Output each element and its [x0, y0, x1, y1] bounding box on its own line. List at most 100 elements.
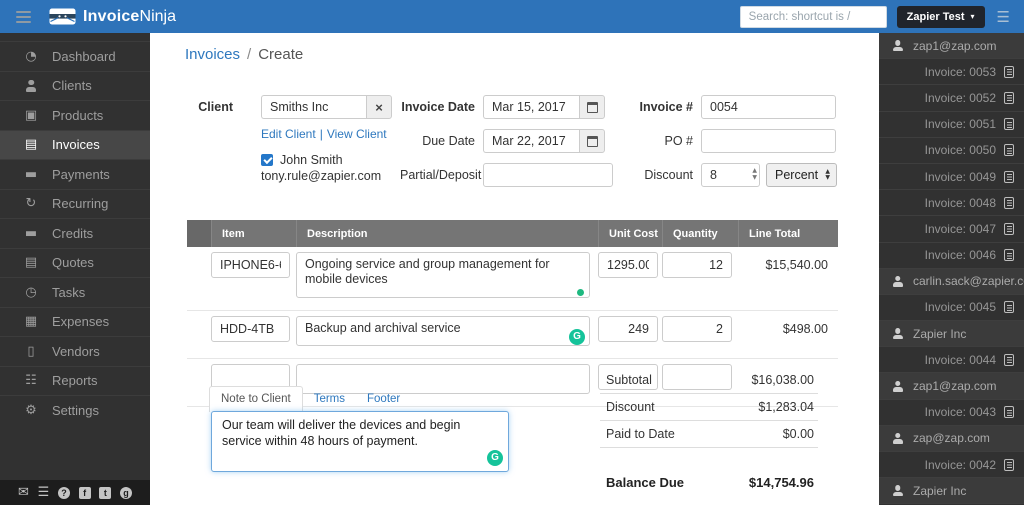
number-spinner[interactable]: ▲ ▼	[752, 167, 757, 181]
due-date-input[interactable]	[483, 129, 579, 153]
history-entry[interactable]: Invoice: 0051	[879, 112, 1024, 138]
note-to-client-input[interactable]: Our team will deliver the devices and be…	[211, 411, 509, 472]
history-entry[interactable]: Invoice: 0047	[879, 216, 1024, 243]
partial-input[interactable]	[483, 163, 613, 187]
history-entry[interactable]: zap1@zap.com	[879, 33, 1024, 60]
history-entry[interactable]: Invoice: 0049	[879, 164, 1024, 191]
page-title: Create	[258, 46, 304, 63]
calendar-button[interactable]	[579, 129, 605, 153]
invoice-file-icon	[1004, 170, 1014, 183]
sidebar-item[interactable]: Quotes	[0, 247, 150, 278]
history-entry[interactable]: zap1@zap.com	[879, 373, 1024, 400]
list-icon[interactable]	[38, 486, 50, 499]
history-entry[interactable]: Invoice: 0048	[879, 190, 1024, 217]
quantity-input[interactable]	[662, 252, 732, 278]
partial-label: Partial/Deposit	[400, 168, 482, 182]
sidebar-item[interactable]: Settings	[0, 395, 150, 425]
twitter-icon[interactable]	[99, 486, 112, 499]
sidebar-item-label: Credits	[52, 225, 94, 241]
clear-client-icon[interactable]	[366, 95, 392, 119]
menu-toggle-icon[interactable]	[14, 9, 33, 25]
view-client-link[interactable]: View Client	[327, 127, 387, 141]
edit-client-link[interactable]: Edit Client	[261, 127, 316, 141]
history-entry[interactable]: Invoice: 0052	[879, 85, 1024, 112]
sidebar-item[interactable]: Invoices	[0, 129, 150, 159]
invoice-file-icon	[1004, 91, 1014, 104]
table-row: Backup and archival service $498.00	[187, 311, 838, 359]
history-entry[interactable]: carlin.sack@zapier.com	[879, 268, 1024, 295]
history-entry[interactable]: zap@zap.com	[879, 425, 1024, 452]
po-number-label: PO #	[664, 134, 694, 148]
quote-icon	[23, 256, 39, 269]
history-entry[interactable]: Zapier Inc	[879, 478, 1024, 505]
sidebar-item[interactable]: Expenses	[0, 306, 150, 337]
contact-checkbox[interactable]	[261, 154, 273, 166]
history-entry[interactable]: Invoice: 0044	[879, 347, 1024, 374]
line-total-header: Line Total	[738, 220, 838, 247]
sidebar-item[interactable]: Dashboard	[0, 41, 150, 71]
history-entry[interactable]: Invoice: 0043	[879, 400, 1024, 426]
unit-cost-input[interactable]	[598, 252, 658, 278]
invoice-date-input[interactable]	[483, 95, 579, 119]
balance-due-value: $14,754.96	[748, 475, 814, 490]
invoice-number-label: Invoice #	[639, 100, 694, 114]
calendar-button[interactable]	[579, 95, 605, 119]
sidebar-item[interactable]: Products	[0, 100, 150, 130]
contact-email: tony.rule@zapier.com	[261, 169, 382, 183]
tab[interactable]: Footer	[356, 387, 411, 412]
total-label: Paid to Date	[606, 427, 675, 441]
search-input[interactable]	[739, 5, 887, 28]
breadcrumb: Invoices / Create	[185, 46, 303, 63]
client-icon	[891, 328, 904, 339]
breadcrumb-invoices-link[interactable]: Invoices	[185, 46, 240, 63]
history-list: zap1@zap.com Invoice: 0053 Invoice: 0052…	[879, 33, 1024, 505]
client-icon	[891, 276, 904, 287]
sidebar-item[interactable]: Credits	[0, 218, 150, 248]
github-icon[interactable]	[120, 486, 132, 499]
history-entry-label: Invoice: 0044	[924, 352, 996, 367]
account-menu-button[interactable]: Zapier Test ▾	[896, 5, 985, 28]
discount-type-select[interactable]: Percent ▲ ▼	[766, 163, 837, 187]
history-entry-label: zap@zap.com	[913, 431, 990, 446]
tab[interactable]: Terms	[303, 387, 356, 412]
history-entry[interactable]: Invoice: 0046	[879, 243, 1024, 269]
app-logo[interactable]: InvoiceNinja	[49, 8, 176, 26]
item-input[interactable]	[211, 252, 290, 278]
panel-toggle-icon[interactable]: ☰	[995, 8, 1012, 26]
description-input[interactable]: Backup and archival service	[296, 316, 590, 346]
quantity-input[interactable]	[662, 316, 732, 342]
history-entry[interactable]: Invoice: 0050	[879, 138, 1024, 164]
link-separator: |	[319, 127, 323, 141]
discount-input[interactable]	[701, 163, 760, 187]
envelope-logo-icon	[49, 8, 76, 25]
history-entry[interactable]: Invoice: 0053	[879, 59, 1024, 86]
sidebar-item[interactable]: Payments	[0, 159, 150, 189]
history-entry-label: Invoice: 0053	[924, 64, 996, 79]
sidebar-item[interactable]: Vendors	[0, 336, 150, 366]
po-number-input[interactable]	[701, 129, 836, 153]
invoice-number-input[interactable]	[701, 95, 836, 119]
description-input[interactable]: Ongoing service and group management for…	[296, 252, 590, 298]
invoice-icon	[23, 138, 39, 151]
history-entry-label: Invoice: 0049	[924, 169, 996, 184]
sidebar-item[interactable]: Tasks	[0, 277, 150, 307]
grammarly-icon[interactable]: G	[487, 450, 503, 466]
history-entry[interactable]: Invoice: 0045	[879, 295, 1024, 322]
help-icon[interactable]	[57, 486, 70, 499]
note-field: Our team will deliver the devices and be…	[211, 411, 509, 472]
table-row: Ongoing service and group management for…	[187, 247, 838, 311]
card-icon	[23, 168, 39, 181]
discount-type-value: Percent	[775, 168, 819, 182]
facebook-icon[interactable]	[78, 486, 91, 499]
sidebar-item[interactable]: Clients	[0, 70, 150, 101]
sidebar-item[interactable]: Reports	[0, 365, 150, 396]
history-entry[interactable]: Invoice: 0042	[879, 452, 1024, 479]
history-entry-label: Invoice: 0046	[924, 248, 996, 263]
tab[interactable]: Note to Client	[209, 386, 303, 412]
mail-icon[interactable]	[18, 486, 29, 499]
client-input[interactable]	[261, 95, 366, 119]
unit-cost-input[interactable]	[598, 316, 658, 342]
sidebar-item[interactable]: Recurring	[0, 188, 150, 219]
item-input[interactable]	[211, 316, 290, 342]
history-entry[interactable]: Zapier Inc	[879, 321, 1024, 348]
